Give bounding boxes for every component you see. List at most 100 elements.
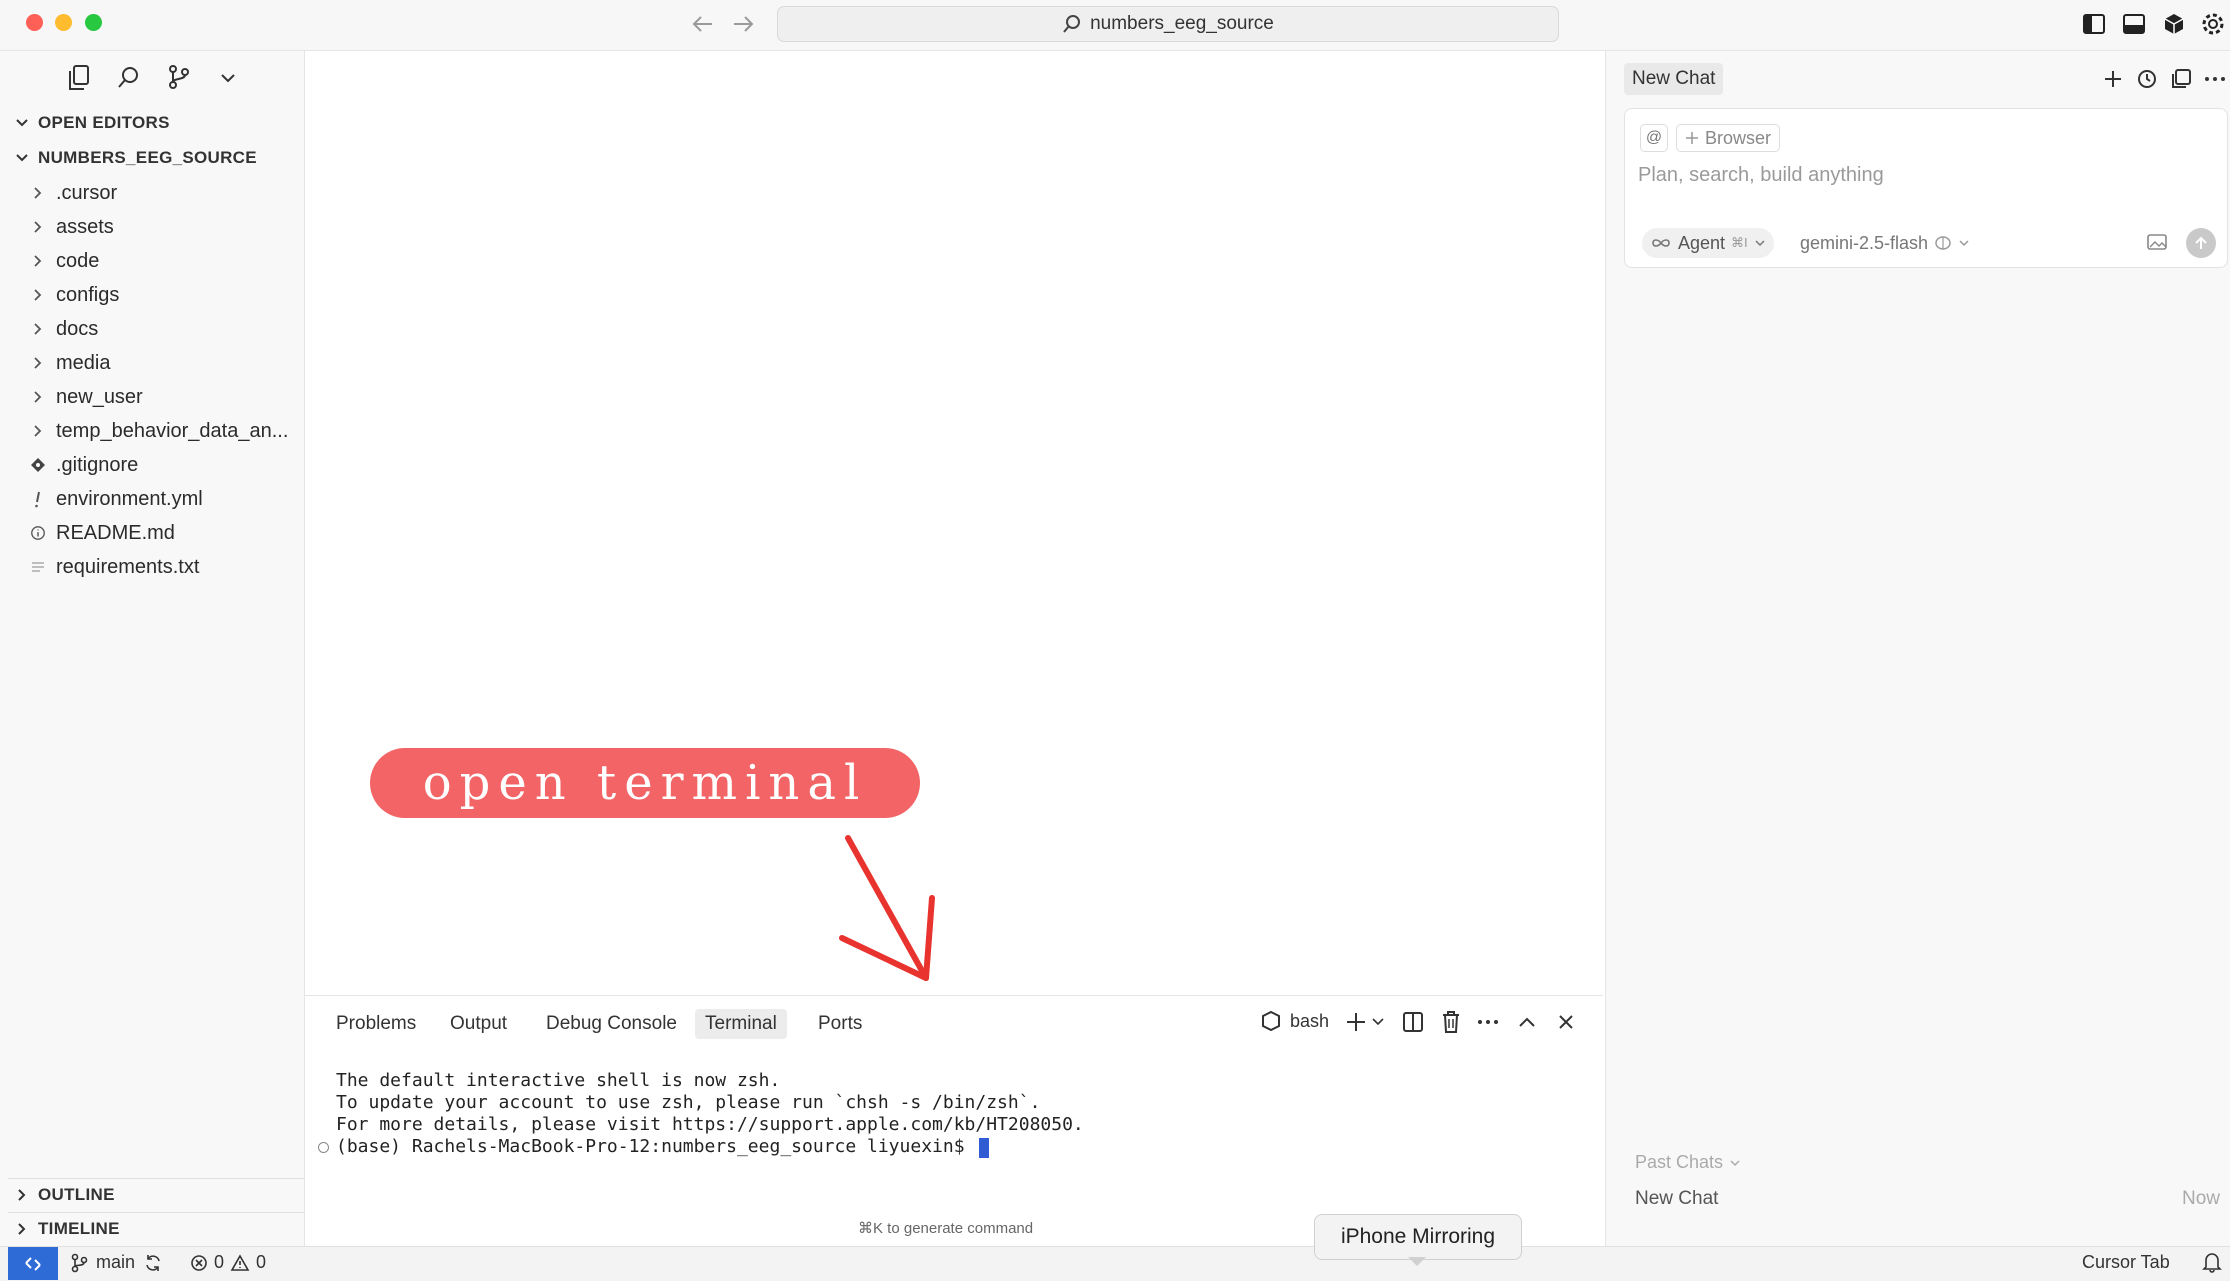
chevron-down-icon[interactable] (1370, 1014, 1386, 1030)
chevron-up-icon[interactable] (1516, 1012, 1538, 1032)
gear-icon[interactable] (2200, 11, 2226, 37)
model-label: gemini-2.5-flash (1800, 232, 1929, 253)
folder-item[interactable]: media (30, 346, 302, 380)
chevron-right-icon (30, 287, 46, 303)
chevron-right-icon (30, 253, 46, 269)
more-icon[interactable] (1476, 1012, 1500, 1032)
file-item[interactable]: README.md (30, 516, 302, 550)
copy-chat-icon[interactable] (2170, 68, 2192, 90)
minimize-window-button[interactable] (55, 14, 72, 31)
remote-button[interactable] (8, 1247, 58, 1280)
tree-item-label: configs (56, 283, 120, 306)
explorer-files-icon[interactable] (66, 64, 92, 92)
chat-placeholder[interactable]: Plan, search, build anything (1638, 164, 1884, 187)
tree-item-label: docs (56, 317, 99, 340)
chevron-down-icon[interactable] (218, 68, 238, 88)
file-item[interactable]: requirements.txt (30, 550, 302, 584)
open-editors-section[interactable]: OPEN EDITORS (14, 110, 170, 136)
shell-selector[interactable]: bash (1260, 1010, 1329, 1032)
prompt-status-icon (318, 1142, 329, 1153)
terminal-cursor (979, 1138, 989, 1158)
project-section[interactable]: NUMBERS_EEG_SOURCE (14, 145, 257, 171)
tab-ports[interactable]: Ports (808, 1009, 872, 1039)
chevron-down-icon (1958, 237, 1970, 249)
outline-label: OUTLINE (38, 1185, 115, 1204)
folder-item[interactable]: docs (30, 312, 302, 346)
folder-item[interactable]: code (30, 244, 302, 278)
folder-item[interactable]: temp_behavior_data_an... (30, 414, 302, 448)
iphone-mirroring-tooltip: iPhone Mirroring (1314, 1214, 1522, 1260)
plus-icon[interactable] (1344, 1010, 1368, 1034)
toggle-panel-icon[interactable] (2122, 12, 2146, 36)
search-icon[interactable] (116, 64, 142, 90)
status-bar (0, 1246, 2230, 1281)
trash-icon[interactable] (1440, 1010, 1462, 1034)
past-chats-toggle[interactable]: Past Chats (1635, 1152, 1741, 1173)
close-icon[interactable] (1556, 1012, 1576, 1032)
tree-item-label: environment.yml (56, 487, 203, 510)
terminal-line: To update your account to use zsh, pleas… (336, 1092, 1041, 1113)
problems-indicator[interactable]: 0 0 (190, 1252, 266, 1273)
model-selector[interactable]: gemini-2.5-flash (1800, 228, 1970, 258)
terminal-prompt[interactable]: (base) Rachels-MacBook-Pro-12:numbers_ee… (336, 1136, 975, 1157)
chevron-right-icon (30, 423, 46, 439)
divider (8, 1212, 304, 1213)
file-item[interactable]: environment.yml (30, 482, 302, 516)
browser-chip[interactable]: Browser (1676, 124, 1781, 152)
folder-item[interactable]: assets (30, 210, 302, 244)
close-window-button[interactable] (26, 14, 43, 31)
file-item[interactable]: .gitignore (30, 448, 302, 482)
send-button[interactable] (2186, 228, 2216, 258)
tree-item-label: code (56, 249, 100, 272)
agent-shortcut: ⌘I (1731, 235, 1748, 250)
chevron-down-icon (14, 115, 30, 131)
cube-icon[interactable] (2162, 12, 2186, 36)
error-icon (190, 1254, 208, 1272)
bell-icon[interactable] (2202, 1251, 2222, 1273)
toggle-sidebar-icon[interactable] (2082, 12, 2106, 36)
cursor-tab-status[interactable]: Cursor Tab (2082, 1252, 2170, 1273)
chevron-down-icon (1754, 237, 1766, 249)
more-icon[interactable] (2204, 70, 2226, 88)
folder-item[interactable]: .cursor (30, 176, 302, 210)
timeline-label: TIMELINE (38, 1219, 120, 1238)
back-arrow-icon[interactable] (690, 12, 716, 36)
source-control-icon[interactable] (166, 64, 192, 90)
chat-tab-new-chat[interactable]: New Chat (1624, 63, 1724, 95)
forward-arrow-icon[interactable] (730, 12, 756, 36)
folder-item[interactable]: new_user (30, 380, 302, 414)
tree-item-label: temp_behavior_data_an... (56, 419, 289, 442)
tab-problems[interactable]: Problems (326, 1009, 426, 1039)
tree-item-label: assets (56, 215, 114, 238)
plus-icon[interactable] (2102, 68, 2124, 90)
image-icon[interactable] (2146, 232, 2168, 252)
tab-terminal[interactable]: Terminal (695, 1009, 787, 1039)
agent-mode-selector[interactable]: Agent ⌘I (1642, 228, 1774, 258)
annotation-text: open terminal (422, 755, 868, 811)
divider (8, 1178, 304, 1179)
tooltip-text: iPhone Mirroring (1340, 1225, 1496, 1248)
tree-item-label: new_user (56, 385, 143, 408)
history-icon[interactable] (2136, 68, 2158, 90)
outline-section[interactable]: OUTLINE (14, 1182, 115, 1208)
timeline-section[interactable]: TIMELINE (14, 1216, 120, 1242)
search-icon (1062, 14, 1082, 34)
command-search-box[interactable]: numbers_eeg_source (777, 6, 1559, 42)
zoom-window-button[interactable] (85, 14, 102, 31)
tab-debug-console[interactable]: Debug Console (536, 1009, 687, 1039)
folder-item[interactable]: configs (30, 278, 302, 312)
info-icon (30, 524, 46, 542)
brain-icon (1934, 235, 1952, 251)
branch-icon (70, 1253, 88, 1273)
branch-indicator[interactable]: main (70, 1252, 163, 1273)
mention-button[interactable]: @ (1640, 124, 1668, 152)
split-terminal-icon[interactable] (1402, 1011, 1424, 1033)
arrow-up-icon (2193, 235, 2209, 251)
chevron-right-icon (14, 1221, 30, 1237)
past-chat-time: Now (2181, 1188, 2220, 1209)
terminal-icon (1260, 1010, 1282, 1032)
past-chat-item[interactable]: New Chat Now (1635, 1188, 2220, 1210)
editor-area[interactable] (305, 51, 1603, 995)
tab-output[interactable]: Output (440, 1009, 517, 1039)
chevron-right-icon (30, 219, 46, 235)
